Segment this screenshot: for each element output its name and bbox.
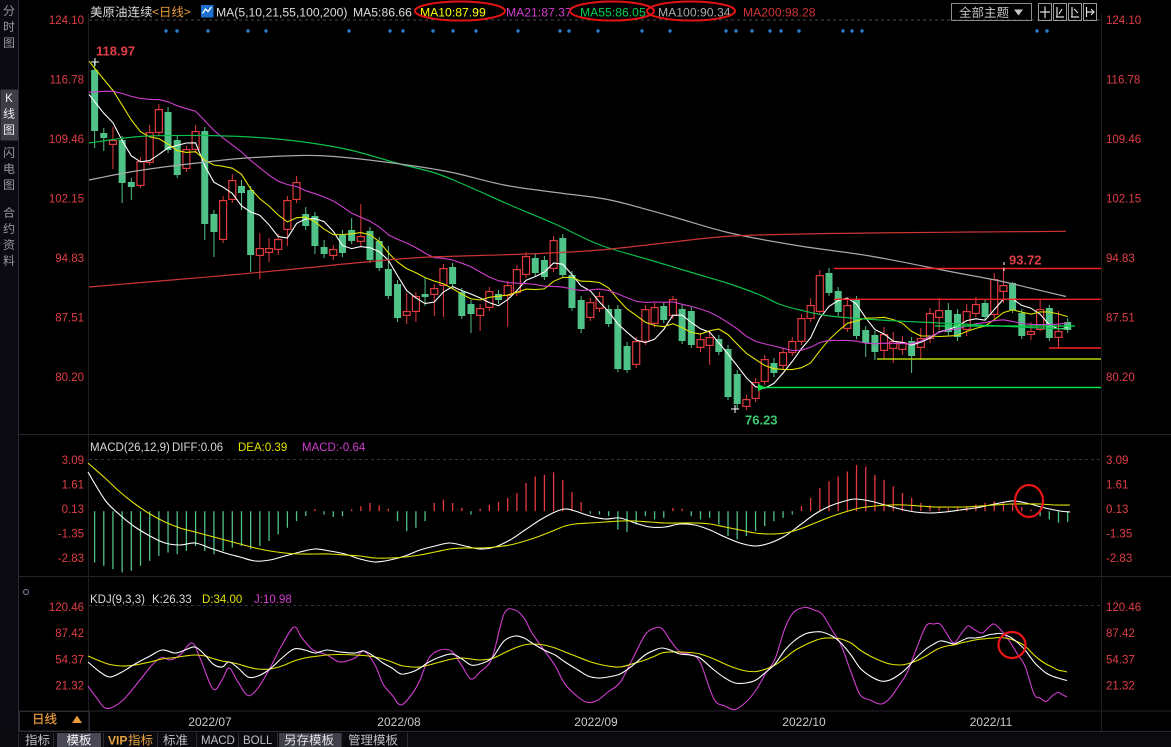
svg-text:K:26.33: K:26.33 [152, 594, 192, 606]
svg-text:94.83: 94.83 [1106, 253, 1135, 265]
svg-text:-2.83: -2.83 [58, 553, 84, 565]
svg-text:0.13: 0.13 [62, 504, 84, 516]
svg-text:21.32: 21.32 [1106, 681, 1135, 693]
svg-text:MA21:87.37: MA21:87.37 [506, 6, 572, 20]
svg-text:BOLL: BOLL [243, 735, 273, 747]
svg-text:MA200:98.28: MA200:98.28 [743, 6, 816, 20]
svg-text:0.13: 0.13 [1106, 504, 1128, 516]
svg-text:87.51: 87.51 [55, 313, 84, 325]
svg-text:76.23: 76.23 [745, 413, 778, 428]
svg-text:120.46: 120.46 [1106, 602, 1141, 614]
svg-text:109.46: 109.46 [49, 134, 84, 146]
svg-text:94.83: 94.83 [55, 253, 84, 265]
svg-text:-2.83: -2.83 [1106, 553, 1132, 565]
svg-text:54.37: 54.37 [55, 654, 84, 666]
svg-text:-1.35: -1.35 [1106, 529, 1132, 541]
svg-text:-1.35: -1.35 [58, 529, 84, 541]
svg-text:K: K [5, 93, 13, 105]
svg-text:124.10: 124.10 [49, 15, 84, 27]
svg-text:MACD(26,12,9): MACD(26,12,9) [90, 442, 170, 454]
svg-text:DIFF:0.06: DIFF:0.06 [172, 442, 223, 454]
svg-text:MA(5,10,21,55,100,200): MA(5,10,21,55,100,200) [216, 6, 347, 20]
svg-text:2022/08: 2022/08 [377, 715, 421, 729]
svg-text:1.61: 1.61 [62, 480, 84, 492]
svg-text:3.09: 3.09 [62, 455, 84, 467]
svg-text:118.97: 118.97 [96, 44, 135, 59]
svg-text:93.72: 93.72 [1009, 253, 1042, 268]
svg-text:87.42: 87.42 [1106, 628, 1135, 640]
svg-text:MA5:86.66: MA5:86.66 [353, 6, 412, 20]
svg-text:102.15: 102.15 [1106, 194, 1141, 206]
svg-text:KDJ(9,3,3): KDJ(9,3,3) [90, 594, 145, 606]
svg-text:87.51: 87.51 [1106, 313, 1135, 325]
svg-text:116.78: 116.78 [50, 75, 84, 87]
svg-text:54.37: 54.37 [1106, 654, 1135, 666]
svg-text:2022/11: 2022/11 [970, 715, 1013, 729]
svg-text:VIP: VIP [108, 734, 127, 747]
svg-text:87.42: 87.42 [55, 628, 84, 640]
svg-text:DEA:0.39: DEA:0.39 [238, 442, 287, 454]
svg-text:21.32: 21.32 [55, 681, 84, 693]
svg-text:120.46: 120.46 [49, 602, 84, 614]
svg-text:3.09: 3.09 [1106, 455, 1128, 467]
svg-text:1.61: 1.61 [1106, 480, 1128, 492]
svg-text:2022/07: 2022/07 [188, 715, 232, 729]
svg-text:J:10.98: J:10.98 [254, 594, 292, 606]
svg-text:109.46: 109.46 [1106, 134, 1141, 146]
svg-text:MACD: MACD [201, 735, 235, 747]
svg-text:D:34.00: D:34.00 [202, 594, 242, 606]
svg-text:2022/09: 2022/09 [574, 715, 618, 729]
svg-text:80.20: 80.20 [1106, 372, 1135, 384]
svg-text:MACD:-0.64: MACD:-0.64 [302, 442, 366, 454]
svg-text:80.20: 80.20 [55, 372, 84, 384]
svg-text:116.78: 116.78 [1106, 75, 1140, 87]
svg-text:MA55:86.05: MA55:86.05 [580, 6, 646, 20]
svg-text:124.10: 124.10 [1106, 15, 1141, 27]
svg-text:102.15: 102.15 [49, 194, 84, 206]
svg-text:2022/10: 2022/10 [782, 715, 826, 729]
